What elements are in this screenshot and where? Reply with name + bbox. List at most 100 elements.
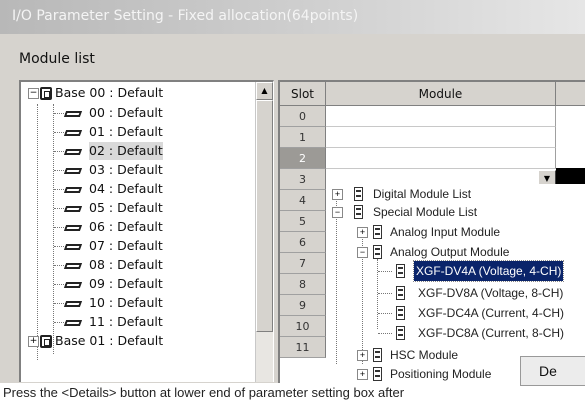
collapse-icon[interactable]: −: [357, 247, 368, 258]
dropdown-item-label: Analog Output Module: [390, 245, 510, 259]
column-header-slot[interactable]: Slot: [280, 82, 326, 106]
dropdown-item-xgf-dv8a[interactable]: XGF-DV8A (Voltage, 8-CH): [328, 283, 585, 303]
tree-slot-05[interactable]: 05 : Default: [21, 199, 251, 217]
module-icon: [373, 225, 382, 239]
expand-icon[interactable]: +: [357, 350, 368, 361]
tree-slot-01[interactable]: 01 : Default: [21, 123, 251, 141]
slot-module-icon: [63, 111, 83, 117]
slot-cell[interactable]: 1: [280, 127, 326, 148]
module-list-label: Module list: [19, 51, 95, 67]
tree-slot-label: 03 : Default: [89, 162, 163, 177]
dropdown-item-label: Digital Module List: [373, 187, 472, 201]
slot-module-icon: [63, 301, 83, 307]
tree-slot-08[interactable]: 08 : Default: [21, 256, 251, 274]
slot-cell[interactable]: 5: [280, 211, 326, 232]
tree-slot-label: 10 : Default: [89, 295, 163, 310]
tree-slot-label: 09 : Default: [89, 276, 163, 291]
expand-icon[interactable]: +: [357, 369, 368, 380]
dropdown-item-label: Analog Input Module: [390, 225, 501, 239]
slot-cell[interactable]: 3: [280, 169, 326, 190]
window-title: I/O Parameter Setting - Fixed allocation…: [12, 8, 359, 24]
slot-cell[interactable]: 9: [280, 295, 326, 316]
tree-slot-11[interactable]: 11 : Default: [21, 313, 251, 331]
base-tree-panel[interactable]: − Base 00 : Default 00 : Default 01 : De…: [19, 80, 274, 382]
instruction-text: Press the <Details> button at lower end …: [3, 385, 405, 400]
dropdown-item-analog-input-module[interactable]: + Analog Input Module: [328, 222, 585, 242]
module-icon: [396, 326, 405, 340]
tree-slot-06[interactable]: 06 : Default: [21, 218, 251, 236]
slot-cell[interactable]: 0: [280, 106, 326, 127]
base-rack-icon: [40, 335, 52, 348]
dropdown-item-label: XGF-DV4A (Voltage, 4-CH): [412, 260, 565, 282]
tree-base-01[interactable]: + Base 01 : Default: [21, 332, 251, 350]
module-icon: [373, 348, 382, 362]
dropdown-item-label: XGF-DC4A (Current, 4-CH): [418, 306, 565, 320]
slot-module-icon: [63, 282, 83, 288]
tree-slot-00[interactable]: 00 : Default: [21, 104, 251, 122]
module-icon: [396, 286, 405, 300]
dropdown-item-label: Positioning Module: [390, 367, 492, 381]
slot-module-icon: [63, 320, 83, 326]
dropdown-item-label: HSC Module: [390, 348, 459, 362]
slot-module-icon: [63, 206, 83, 212]
collapse-icon[interactable]: −: [28, 88, 39, 99]
dropdown-item-xgf-dc4a[interactable]: XGF-DC4A (Current, 4-CH): [328, 303, 585, 323]
slot-cell[interactable]: 8: [280, 274, 326, 295]
column-header-extra: [556, 82, 585, 106]
tree-slot-02[interactable]: 02 : Default: [21, 142, 251, 160]
tree-base-label: Base 01 : Default: [55, 333, 164, 348]
expand-icon[interactable]: +: [332, 189, 343, 200]
scroll-up-arrow-icon[interactable]: ▲: [256, 82, 273, 100]
slot-cell[interactable]: 11: [280, 337, 326, 358]
module-list-icon: [354, 205, 363, 219]
tree-slot-label: 00 : Default: [89, 105, 163, 120]
column-header-module[interactable]: Module: [326, 82, 556, 106]
expand-icon[interactable]: +: [28, 336, 39, 347]
title-bar: I/O Parameter Setting - Fixed allocation…: [0, 0, 585, 34]
dropdown-item-label: XGF-DV8A (Voltage, 8-CH): [418, 286, 564, 300]
module-cell[interactable]: [326, 127, 556, 148]
dropdown-item-analog-output-module[interactable]: − Analog Output Module: [328, 242, 585, 262]
tree-base-00[interactable]: − Base 00 : Default: [21, 84, 251, 102]
slot-module-icon: [63, 130, 83, 136]
tree-slot-07[interactable]: 07 : Default: [21, 237, 251, 255]
tree-slot-label: 06 : Default: [89, 219, 163, 234]
module-combo-cell[interactable]: [326, 148, 556, 169]
slot-cell[interactable]: 4: [280, 190, 326, 211]
tree-slot-03[interactable]: 03 : Default: [21, 161, 251, 179]
details-button[interactable]: De: [520, 356, 585, 386]
slot-module-icon: [63, 263, 83, 269]
tree-slot-label: 02 : Default: [89, 142, 163, 160]
tree-slot-10[interactable]: 10 : Default: [21, 294, 251, 312]
slot-module-icon: [63, 187, 83, 193]
slot-cell[interactable]: 7: [280, 253, 326, 274]
tree-slot-04[interactable]: 04 : Default: [21, 180, 251, 198]
module-cell[interactable]: [326, 106, 556, 127]
slot-cell-selected[interactable]: 2: [280, 148, 326, 169]
dropdown-item-xgf-dv4a[interactable]: XGF-DV4A (Voltage, 4-CH): [328, 260, 585, 282]
slot-module-icon: [63, 149, 83, 155]
slot-cell[interactable]: 10: [280, 316, 326, 337]
dropdown-item-digital-module-list[interactable]: + Digital Module List: [328, 184, 585, 204]
dropdown-item-special-module-list[interactable]: − Special Module List: [328, 202, 585, 222]
expand-icon[interactable]: +: [357, 227, 368, 238]
base-rack-icon: [40, 87, 52, 100]
tree-slot-label: 04 : Default: [89, 181, 163, 196]
tree-slot-label: 01 : Default: [89, 124, 163, 139]
tree-base-label: Base 00 : Default: [55, 85, 164, 100]
tree-slot-09[interactable]: 09 : Default: [21, 275, 251, 293]
dropdown-item-label: XGF-DC8A (Current, 8-CH): [418, 326, 565, 340]
module-list-icon: [354, 187, 363, 201]
slot-module-icon: [63, 225, 83, 231]
module-dropdown-tree[interactable]: + Digital Module List − Special Module L…: [328, 184, 585, 383]
slot-module-icon: [63, 244, 83, 250]
tree-slot-label: 11 : Default: [89, 314, 163, 329]
tree-scrollbar[interactable]: ▲: [255, 82, 273, 382]
dropdown-item-xgf-dc8a[interactable]: XGF-DC8A (Current, 8-CH): [328, 323, 585, 343]
collapse-icon[interactable]: −: [332, 207, 343, 218]
tree-slot-label: 05 : Default: [89, 200, 163, 215]
scrollbar-thumb[interactable]: [256, 100, 273, 332]
dropdown-item-label: Special Module List: [373, 205, 478, 219]
slot-cell[interactable]: 6: [280, 232, 326, 253]
module-icon: [373, 245, 382, 259]
